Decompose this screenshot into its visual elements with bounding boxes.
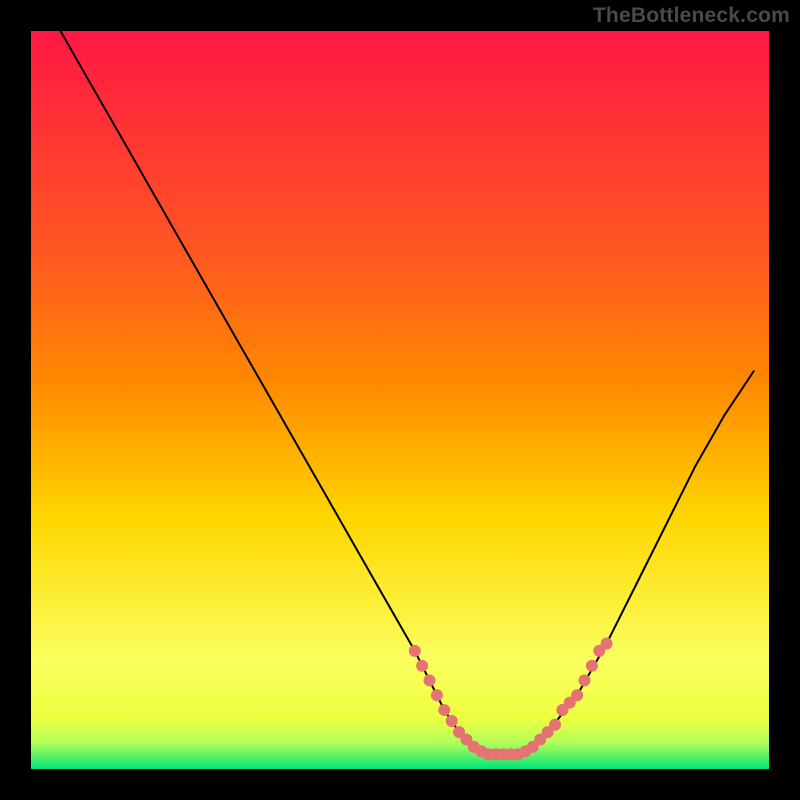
highlight-dot xyxy=(549,719,561,731)
highlight-dot xyxy=(571,689,583,701)
highlight-dot xyxy=(579,674,591,686)
highlight-dot xyxy=(424,674,436,686)
highlight-dot xyxy=(601,638,613,650)
chart-frame: TheBottleneck.com xyxy=(0,0,800,800)
watermark-text: TheBottleneck.com xyxy=(593,4,790,28)
plot-background xyxy=(31,31,769,769)
highlight-dot xyxy=(431,689,443,701)
highlight-dot xyxy=(438,704,450,716)
highlight-dot xyxy=(416,660,428,672)
highlight-dot xyxy=(586,660,598,672)
highlight-dot xyxy=(409,645,421,657)
bottleneck-curve-plot xyxy=(0,0,800,800)
highlight-dot xyxy=(446,715,458,727)
